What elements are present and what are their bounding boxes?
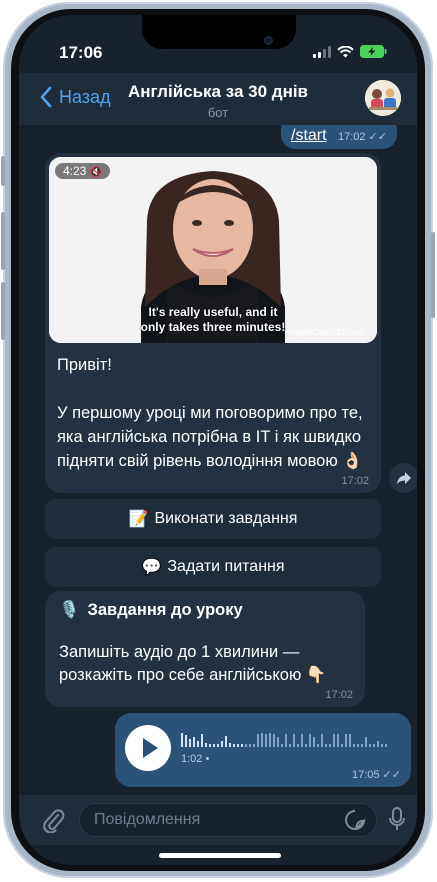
message-text: Привіт! У першому уроці ми поговоримо пр…	[57, 356, 363, 470]
cellular-signal-icon	[313, 45, 331, 58]
message-time: 17:02 ✓✓	[337, 131, 387, 143]
chat-title: Англійська за 30 днів	[127, 82, 309, 101]
incoming-task-message: 🎙️ Завдання до уроку Запишіть аудіо до 1…	[45, 591, 365, 707]
status-bar: 17:06	[19, 43, 417, 67]
forward-button[interactable]	[389, 463, 417, 493]
sticker-icon[interactable]	[344, 809, 366, 831]
chat-subtitle: бот	[207, 105, 229, 120]
play-button[interactable]	[125, 725, 171, 771]
volume-up-button	[1, 212, 5, 270]
command-link[interactable]: /start	[291, 127, 327, 145]
phone-bezel: 17:06 Назад Англійська за 30 днів бот /s…	[11, 9, 425, 871]
incoming-video-message: 4:23 🔇 It's really useful, and it only t…	[45, 153, 381, 493]
wifi-icon	[337, 45, 354, 57]
task-title: Завдання до уроку	[87, 601, 243, 619]
speech-bubble-icon: 💬	[141, 559, 162, 576]
message-time: 17:02	[341, 475, 369, 487]
ask-question-button[interactable]: 💬 Задати питання	[45, 547, 381, 587]
button-label: Виконати завдання	[154, 510, 298, 527]
phone-frame: 17:06 Назад Англійська за 30 днів бот /s…	[1, 2, 435, 878]
avatar-illustration	[365, 80, 401, 116]
chat-header: Назад Англійська за 30 днів бот	[19, 73, 417, 125]
voice-duration: 1:02 •	[181, 753, 210, 765]
volume-down-button	[1, 282, 5, 340]
bot-avatar[interactable]	[365, 80, 401, 116]
power-button	[431, 232, 435, 318]
video-watermark: EnglishClass101.com	[286, 328, 363, 337]
muted-icon: 🔇	[89, 167, 103, 178]
status-time: 17:06	[59, 43, 103, 62]
video-player[interactable]: 4:23 🔇 It's really useful, and it only t…	[49, 157, 377, 343]
message-time: 17:05 ✓✓	[351, 769, 401, 781]
message-field	[79, 803, 377, 837]
play-icon	[143, 738, 158, 758]
share-icon	[397, 472, 411, 484]
home-indicator[interactable]	[159, 853, 281, 858]
do-task-button[interactable]: 📝 Виконати завдання	[45, 499, 381, 539]
attach-icon[interactable]	[41, 807, 65, 833]
battery-charging-icon	[360, 45, 387, 58]
task-body: Запишіть аудіо до 1 хвилини — розкажіть …	[59, 643, 327, 684]
message-input[interactable]	[92, 810, 336, 830]
button-label: Задати питання	[167, 558, 285, 575]
mute-switch	[1, 156, 5, 186]
screen: 17:06 Назад Англійська за 30 днів бот /s…	[19, 15, 417, 865]
video-duration-badge: 4:23 🔇	[55, 163, 111, 179]
chat-area: /start 17:02 ✓✓ 4:23 🔇 It's really usefu…	[19, 125, 417, 795]
outgoing-voice-message: 1:02 • 17:05 ✓✓	[115, 713, 411, 787]
voice-waveform[interactable]	[181, 731, 397, 749]
microphone-icon: 🎙️	[59, 601, 80, 619]
memo-icon: 📝	[128, 511, 149, 528]
task-title-row: 🎙️ Завдання до уроку	[59, 601, 243, 620]
message-input-bar	[19, 795, 417, 845]
message-time: 17:02	[325, 689, 353, 701]
microphone-icon[interactable]	[387, 806, 407, 834]
outgoing-command-message: /start 17:02 ✓✓	[281, 125, 397, 149]
